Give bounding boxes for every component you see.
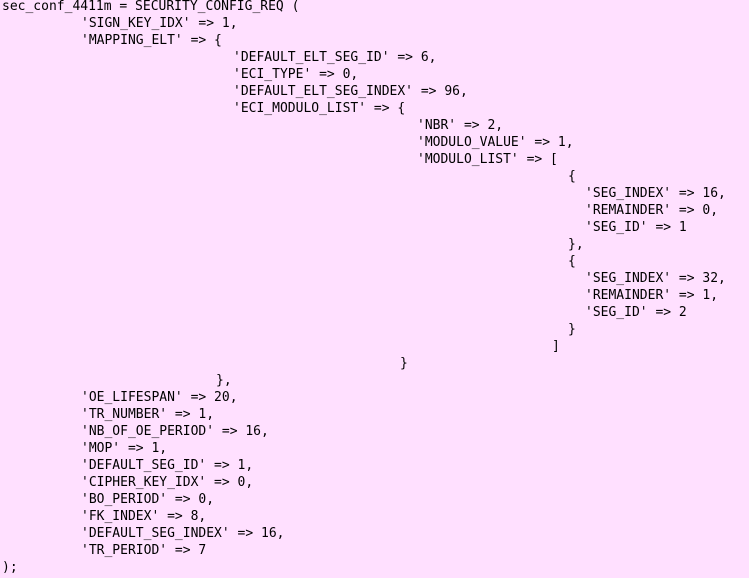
code-line: 'MODULO_LIST' => [ — [417, 152, 558, 167]
code-line: 'ECI_TYPE' => 0, — [233, 67, 359, 82]
code-line: { — [568, 169, 576, 184]
code-line: 'DEFAULT_ELT_SEG_ID' => 6, — [233, 50, 437, 65]
code-line: 'SEG_INDEX' => 16, — [585, 186, 726, 201]
code-line: 'SIGN_KEY_IDX' => 1, — [81, 16, 238, 31]
code-line: 'MAPPING_ELT' => { — [81, 33, 222, 48]
code-line: 'DEFAULT_ELT_SEG_INDEX' => 96, — [233, 84, 468, 99]
code-line: 'REMAINDER' => 1, — [585, 288, 719, 303]
code-line: } — [568, 322, 576, 337]
code-line: 'MOP' => 1, — [81, 441, 168, 456]
code-line: 'DEFAULT_SEG_INDEX' => 16, — [81, 526, 285, 541]
code-line: ); — [2, 560, 18, 575]
code-line: 'CIPHER_KEY_IDX' => 0, — [81, 475, 254, 490]
code-line: 'SEG_ID' => 2 — [585, 305, 687, 320]
code-line: }, — [568, 237, 584, 252]
code-line: 'TR_NUMBER' => 1, — [81, 407, 215, 422]
code-line: 'NBR' => 2, — [417, 118, 504, 133]
code-line: 'MODULO_VALUE' => 1, — [417, 135, 574, 150]
code-line: 'ECI_MODULO_LIST' => { — [233, 101, 406, 116]
code-line: } — [400, 356, 408, 371]
code-line: 'REMAINDER' => 0, — [585, 203, 719, 218]
code-line: ] — [552, 339, 560, 354]
code-line: 'DEFAULT_SEG_ID' => 1, — [81, 458, 254, 473]
code-line: 'NB_OF_OE_PERIOD' => 16, — [81, 424, 269, 439]
code-line: { — [568, 254, 576, 269]
code-line: 'FK_INDEX' => 8, — [81, 509, 207, 524]
code-line: 'OE_LIFESPAN' => 20, — [81, 390, 238, 405]
code-line: sec_conf_4411m = SECURITY_CONFIG_REQ ( — [2, 0, 300, 14]
code-line: 'TR_PERIOD' => 7 — [81, 543, 207, 558]
code-line: 'SEG_ID' => 1 — [585, 220, 687, 235]
code-view: sec_conf_4411m = SECURITY_CONFIG_REQ ( '… — [0, 0, 749, 578]
code-line: }, — [216, 373, 232, 388]
code-line: 'BO_PERIOD' => 0, — [81, 492, 215, 507]
code-line: 'SEG_INDEX' => 32, — [585, 271, 726, 286]
